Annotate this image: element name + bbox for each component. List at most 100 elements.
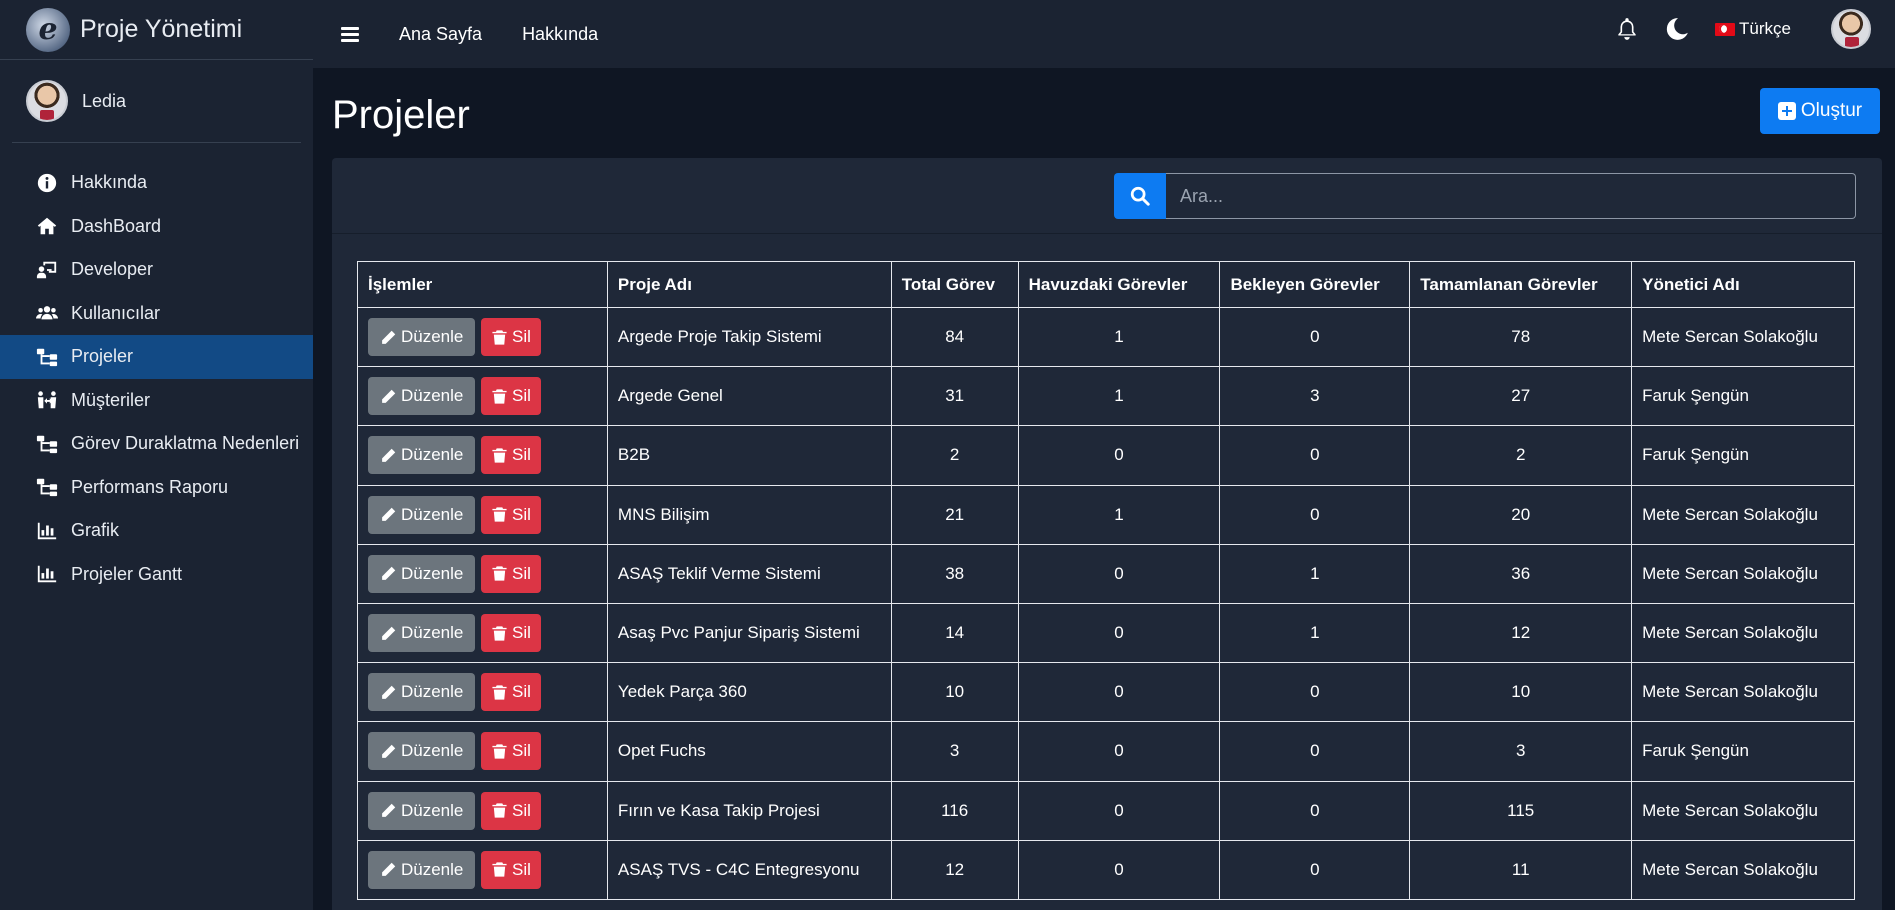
total-tasks-cell: 84 [890, 306, 1019, 368]
completed-tasks-cell: 2 [1409, 425, 1633, 486]
table-row: Düzenle Sil ASAŞ TVS - C4C Entegresyonu 12 0… [357, 839, 1855, 900]
table-row: Düzenle Sil Opet Fuchs 3 0 0 3 Faruk Şengün [357, 721, 1855, 782]
delete-button-label: Sil [512, 623, 531, 643]
edit-button[interactable]: Düzenle [368, 791, 475, 830]
pencil-icon [380, 388, 401, 405]
pencil-icon [380, 861, 401, 878]
edit-button-label: Düzenle [401, 741, 464, 761]
language-selector[interactable]: Türkçe [1715, 19, 1791, 39]
nav-link-home[interactable]: Ana Sayfa [399, 24, 482, 45]
edit-button[interactable]: Düzenle [368, 614, 475, 653]
edit-button[interactable]: Düzenle [368, 495, 475, 534]
pencil-icon [380, 625, 401, 642]
manager-cell: Faruk Şengün [1631, 721, 1855, 782]
actions-cell: Düzenle Sil [357, 306, 608, 368]
topbar: Ana Sayfa Hakkında Türkçe [313, 0, 1895, 68]
total-tasks-cell: 2 [890, 425, 1019, 486]
pencil-icon [380, 329, 401, 346]
pencil-icon [380, 447, 401, 464]
actions-cell: Düzenle Sil [357, 839, 608, 900]
pending-tasks-cell: 0 [1219, 721, 1411, 782]
sitemap-icon [34, 346, 60, 368]
trash-icon [491, 388, 512, 405]
user-panel[interactable]: Ledia [12, 60, 301, 143]
delete-button[interactable]: Sil [481, 495, 541, 534]
sidebar-item-label: Performans Raporu [71, 476, 229, 497]
moon-icon[interactable] [1663, 15, 1691, 43]
delete-button[interactable]: Sil [481, 318, 541, 357]
search-group [1114, 173, 1856, 219]
sidebar-item-hakkında[interactable]: Hakkında [0, 161, 313, 205]
edit-button-label: Düzenle [401, 504, 464, 524]
completed-tasks-cell: 3 [1409, 721, 1633, 782]
table-header-row: İşlemler Proje Adı Total Görev Havuzdaki… [357, 261, 1855, 308]
brand[interactable]: e Proje Yönetimi [0, 0, 313, 60]
sidebar-item-müşteriler[interactable]: Müşteriler [0, 379, 313, 423]
delete-button[interactable]: Sil [481, 554, 541, 593]
delete-button[interactable]: Sil [481, 377, 541, 416]
delete-button-label: Sil [512, 327, 531, 347]
sidebar-item-dashboard[interactable]: DashBoard [0, 205, 313, 249]
sidebar-item-kullanıcılar[interactable]: Kullanıcılar [0, 292, 313, 336]
total-tasks-cell: 14 [890, 602, 1019, 664]
project-name-cell: ASAŞ TVS - C4C Entegresyonu [606, 839, 892, 900]
pending-tasks-cell: 0 [1219, 484, 1411, 545]
actions-cell: Düzenle Sil [357, 366, 608, 427]
delete-button[interactable]: Sil [481, 850, 541, 889]
edit-button[interactable]: Düzenle [368, 673, 475, 712]
delete-button[interactable]: Sil [481, 436, 541, 475]
nav-link-about[interactable]: Hakkında [522, 24, 598, 45]
edit-button-label: Düzenle [401, 386, 464, 406]
delete-button-label: Sil [512, 504, 531, 524]
sidebar-item-görev-duraklatma-nedenleri[interactable]: Görev Duraklatma Nedenleri [0, 422, 313, 466]
edit-button[interactable]: Düzenle [368, 554, 475, 593]
delete-button[interactable]: Sil [481, 673, 541, 712]
sidebar-item-projeler[interactable]: Projeler [0, 335, 313, 379]
table-row: Düzenle Sil ASAŞ Teklif Verme Sistemi 38 0 1 3… [357, 543, 1855, 604]
edit-button[interactable]: Düzenle [368, 732, 475, 771]
actions-cell: Düzenle Sil [357, 484, 608, 545]
sidebar-item-projeler-gantt[interactable]: Projeler Gantt [0, 553, 313, 597]
pending-tasks-cell: 0 [1219, 662, 1411, 723]
delete-button-label: Sil [512, 682, 531, 702]
edit-button[interactable]: Düzenle [368, 318, 475, 357]
trash-icon [491, 329, 512, 346]
sidebar-item-grafik[interactable]: Grafik [0, 509, 313, 553]
user-name: Ledia [82, 90, 127, 111]
edit-button[interactable]: Düzenle [368, 850, 475, 889]
sidebar-item-label: Projeler Gantt [71, 563, 183, 584]
sidebar-item-developer[interactable]: Developer [0, 248, 313, 292]
edit-button[interactable]: Düzenle [368, 436, 475, 475]
manager-cell: Mete Sercan Solakoğlu [1631, 306, 1855, 368]
manager-cell: Mete Sercan Solakoğlu [1631, 543, 1855, 604]
delete-button[interactable]: Sil [481, 614, 541, 653]
completed-tasks-cell: 115 [1409, 780, 1633, 841]
sidebar-item-performans-raporu[interactable]: Performans Raporu [0, 466, 313, 510]
completed-tasks-cell: 27 [1409, 366, 1633, 427]
edit-button[interactable]: Düzenle [368, 377, 475, 416]
delete-button-label: Sil [512, 445, 531, 465]
sidebar-item-label: Grafik [71, 520, 120, 541]
project-name-cell: Opet Fuchs [606, 721, 892, 782]
delete-button[interactable]: Sil [481, 791, 541, 830]
pool-tasks-cell: 0 [1017, 425, 1221, 486]
table-row: Düzenle Sil Yedek Parça 360 10 0 0 10 Mete Serc… [357, 662, 1855, 723]
search-button[interactable] [1114, 173, 1166, 219]
search-input[interactable] [1166, 173, 1856, 219]
delete-button[interactable]: Sil [481, 732, 541, 771]
col-header-manager: Yönetici Adı [1631, 261, 1855, 308]
create-button[interactable]: Oluştur [1760, 88, 1880, 134]
edit-button-label: Düzenle [401, 859, 464, 879]
manager-cell: Faruk Şengün [1631, 425, 1855, 486]
bell-icon[interactable] [1613, 15, 1641, 43]
pending-tasks-cell: 0 [1219, 306, 1411, 368]
users-icon [34, 302, 60, 324]
table-row: Düzenle Sil Argede Proje Takip Sistemi 84 1 0… [357, 306, 1855, 368]
completed-tasks-cell: 10 [1409, 662, 1633, 723]
pool-tasks-cell: 0 [1017, 543, 1221, 604]
trash-icon [491, 447, 512, 464]
pool-tasks-cell: 1 [1017, 306, 1221, 368]
menu-toggle-icon[interactable] [341, 26, 359, 42]
user-avatar-button[interactable] [1831, 9, 1871, 49]
pencil-icon [380, 743, 401, 760]
